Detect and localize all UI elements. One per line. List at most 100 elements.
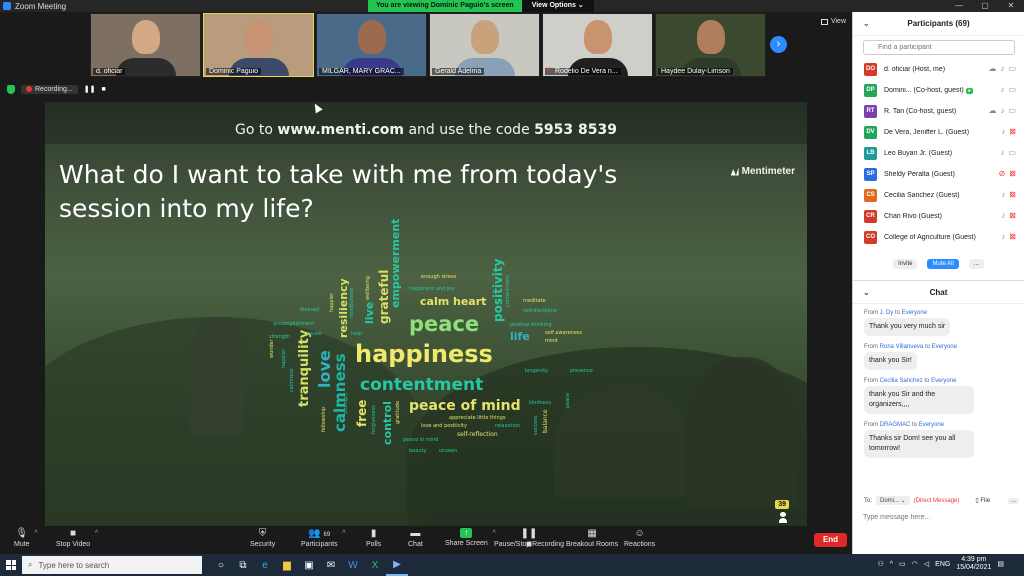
volume-icon[interactable]: ◁	[924, 560, 929, 568]
camera-off-icon: ⊠	[1009, 211, 1016, 220]
store-icon[interactable]: ▣	[298, 554, 320, 576]
more-options-button[interactable]: ...	[968, 259, 984, 269]
chat-messages: From J. Dy to Everyone Thank you very muc…	[853, 304, 1024, 458]
breakout-label: Breakout Rooms	[566, 541, 619, 548]
minimize-button[interactable]: —	[946, 0, 972, 12]
next-page-arrow-icon[interactable]: ›	[770, 36, 787, 53]
security-button[interactable]: ⛨ Security	[250, 528, 275, 548]
mic-icon: ♪	[1000, 148, 1005, 157]
maximize-button[interactable]: ▢	[972, 0, 998, 12]
video-thumbnail[interactable]: Rodelio De Vera n... ✕	[542, 13, 653, 77]
pause-recording-icon[interactable]: ❚❚	[84, 85, 96, 93]
avatar: DV	[864, 126, 877, 139]
word-cloud-word: balance	[542, 409, 549, 433]
side-panel: ⌄ Participants (69) ⌕ DO d. oficiar (Host…	[852, 12, 1024, 554]
cloud-recording-icon: ☁	[988, 106, 997, 115]
word-icon[interactable]: W	[342, 554, 364, 576]
notifications-icon[interactable]: ▤	[997, 560, 1004, 568]
language-indicator[interactable]: ENG	[935, 561, 950, 568]
chat-recipient[interactable]: Everyone	[932, 344, 957, 350]
recording-dot-icon	[26, 86, 32, 92]
participant-row[interactable]: DP Domini... (Co-host, guest) ● ♪ ▭	[853, 80, 1024, 101]
chat-sender[interactable]: Cecilia Sanchez	[880, 378, 923, 384]
close-button[interactable]: ✕	[998, 0, 1024, 12]
clock[interactable]: 4:39 pm 15/04/2021	[956, 556, 991, 572]
stop-video-button[interactable]: ■ Stop Video ^	[56, 528, 98, 548]
share-screen-button[interactable]: ↑ Share Screen ^	[445, 528, 496, 547]
participant-row[interactable]: DO d. oficiar (Host, me) ☁ ♪ ▭	[853, 59, 1024, 80]
word-cloud-word: self-reflection	[457, 431, 498, 438]
word-cloud-word: forgiveness	[371, 405, 377, 434]
participant-name: College of Agriculture (Guest)	[884, 234, 976, 241]
video-options-caret-icon[interactable]: ^	[95, 530, 98, 537]
view-button[interactable]: View	[820, 18, 846, 25]
participant-row[interactable]: SP Sheldy Peralta (Guest) ⊘ ⊠	[853, 164, 1024, 185]
word-cloud-word: unseen	[439, 448, 458, 454]
stop-recording-icon[interactable]: ■	[101, 86, 105, 93]
chat-sender[interactable]: DRAGMAC	[880, 422, 911, 428]
video-thumbnail[interactable]: d. oficiar	[90, 13, 201, 77]
collapse-chevron-icon[interactable]: ⌄	[863, 288, 870, 297]
thumbnail-name: Gerald Adelma	[432, 68, 485, 75]
participant-row[interactable]: CO College of Agriculture (Guest) ♪ ⊠	[853, 227, 1024, 248]
pause-stop-recording-button[interactable]: ❚❚ ■ Pause/Stop Recording	[494, 528, 564, 550]
reactions-button[interactable]: ☺ Reactions	[624, 528, 655, 548]
mute-all-button[interactable]: Mute All	[927, 259, 959, 269]
wifi-icon[interactable]: ◠	[912, 560, 918, 568]
task-view-icon[interactable]: ⧉	[232, 554, 254, 576]
view-options-button[interactable]: View Options ⌄	[521, 0, 594, 12]
polls-button[interactable]: ▮ Polls	[366, 528, 381, 548]
battery-icon[interactable]: ▭	[899, 560, 906, 568]
mute-options-caret-icon[interactable]: ^	[34, 530, 37, 537]
breakout-rooms-button[interactable]: ▦ Breakout Rooms	[566, 528, 618, 548]
chat-button[interactable]: ▬ Chat	[408, 528, 423, 548]
recipient-select[interactable]: Domi... ⌄	[876, 496, 910, 505]
video-thumbnail[interactable]: Haydee Dulay-Limson	[655, 13, 766, 77]
chat-more-button[interactable]: ...	[1008, 497, 1020, 504]
collapse-chevron-icon[interactable]: ⌄	[863, 19, 870, 28]
camera-off-icon: ⊠	[1009, 190, 1016, 199]
word-cloud-word: cause	[307, 331, 322, 337]
video-thumbnail[interactable]: Gerald Adelma	[429, 13, 540, 77]
view-label: View	[830, 18, 846, 25]
participant-row[interactable]: CS Cecilia Sanchez (Guest) ♪ ⊠	[853, 185, 1024, 206]
word-cloud-word: happier	[329, 292, 335, 312]
file-button[interactable]: ▯ File	[975, 497, 990, 504]
video-thumbnail[interactable]: Dominic Paguio	[203, 13, 314, 77]
pause-stop-icon: ❚❚ ■	[520, 528, 538, 550]
file-explorer-icon[interactable]: ▆	[276, 554, 298, 576]
chat-sender[interactable]: Rona Villanueva	[880, 344, 924, 350]
mute-button[interactable]: 🎙 Mute ^	[14, 528, 38, 548]
chat-message-input[interactable]	[863, 510, 1015, 524]
find-participant-input[interactable]	[863, 40, 1015, 55]
chat-recipient[interactable]: Everyone	[931, 378, 956, 384]
cortana-icon[interactable]: ○	[210, 554, 232, 576]
participants-button[interactable]: 👥 69 Participants ^	[301, 528, 346, 548]
edge-icon[interactable]: e	[254, 554, 276, 576]
video-thumbnail[interactable]: MILGAR, MARY GRAC...	[316, 13, 427, 77]
word-cloud-word: appreciate little things	[449, 415, 506, 421]
participant-row[interactable]: CR Chari Rivo (Guest) ♪ ⊠	[853, 206, 1024, 227]
taskbar-search-placeholder: Type here to search	[38, 560, 110, 570]
chat-bubble: thank you Sir and the organizers,,,,	[864, 386, 974, 414]
word-cloud-word: blessed	[300, 307, 320, 313]
taskbar-search[interactable]: ⌕ Type here to search	[22, 556, 202, 574]
video-thumbnail-strip: d. oficiar Dominic Paguio MILGAR, MARY GRA…	[90, 13, 766, 77]
mail-icon[interactable]: ✉	[320, 554, 342, 576]
word-cloud-word: enough stress	[421, 274, 457, 280]
chat-recipient[interactable]: Everyone	[919, 422, 944, 428]
zoom-taskbar-icon[interactable]: ▶	[386, 554, 408, 576]
start-button[interactable]	[0, 554, 22, 576]
show-hidden-icons-icon[interactable]: ^	[890, 561, 893, 568]
participant-row[interactable]: DV De Vera, Jeniffer L. (Guest) ♪ ⊠	[853, 122, 1024, 143]
participant-row[interactable]: RT R. Tan (Co-host, guest) ☁ ♪ ▭	[853, 101, 1024, 122]
participants-caret-icon[interactable]: ^	[342, 530, 345, 537]
chat-sender[interactable]: J. Dy	[880, 310, 894, 316]
invite-button[interactable]: Invite	[893, 259, 918, 269]
excel-icon[interactable]: X	[364, 554, 386, 576]
mic-icon: ♪	[1000, 106, 1005, 115]
people-icon[interactable]: ⚇	[877, 560, 883, 568]
chat-recipient[interactable]: Everyone	[902, 310, 927, 316]
end-meeting-button[interactable]: End	[814, 533, 847, 547]
participant-row[interactable]: LB Leo Buyan Jr. (Guest) ♪ ▭	[853, 143, 1024, 164]
